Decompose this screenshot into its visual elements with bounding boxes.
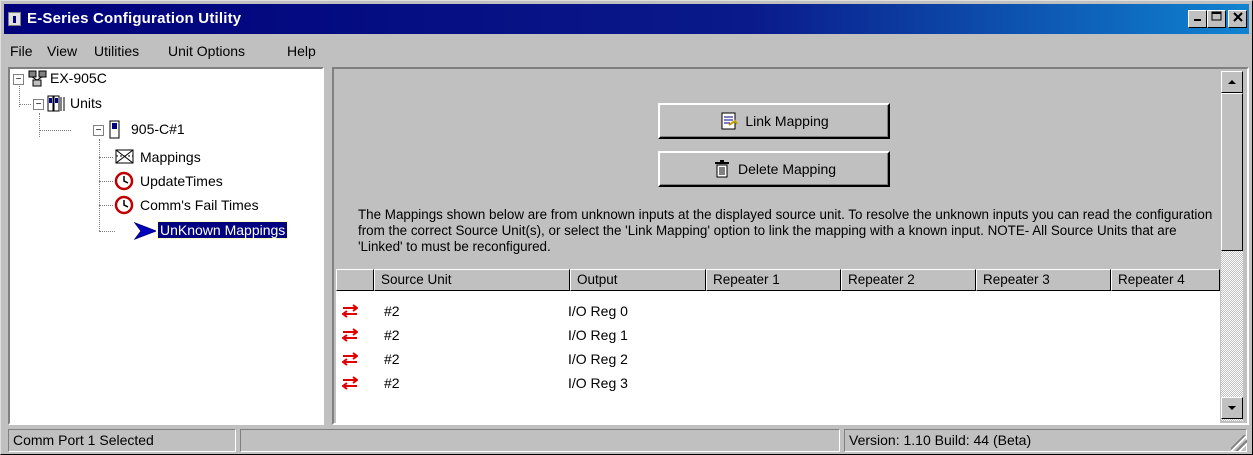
tree-connector [99, 231, 115, 232]
tree-node-unit[interactable]: 905-C#1 [131, 119, 185, 139]
tree-connector [19, 104, 31, 105]
delete-mapping-label: Delete Mapping [737, 161, 837, 177]
table-row[interactable]: #2 I/O Reg 2 [336, 347, 1220, 371]
tree-node-update-times[interactable]: UpdateTimes [140, 171, 223, 191]
units-icon [47, 95, 65, 112]
grid-header: Source Unit Output Repeater 1 Repeater 2… [336, 269, 1220, 291]
delete-mapping-button[interactable]: Delete Mapping [658, 151, 890, 187]
minimize-icon [1193, 19, 1201, 21]
device-icon [109, 120, 120, 139]
status-version: Version: 1.10 Build: 44 (Beta) [844, 429, 1247, 452]
app-window: E-Series Configuration Utility File View… [0, 0, 1253, 455]
tree-connector [99, 181, 113, 182]
app-icon[interactable] [8, 12, 21, 26]
arrow-right-icon [134, 222, 156, 240]
menu-help[interactable]: Help [287, 43, 316, 59]
status-bar: Comm Port 1 Selected Version: 1.10 Build… [4, 429, 1249, 453]
mappings-icon [115, 149, 134, 164]
tree-node-unknown-mappings-label: UnKnown Mappings [156, 221, 289, 239]
menu-bar: File View Utilities Unit Options Help [4, 39, 1249, 63]
scroll-thumb[interactable] [1221, 93, 1243, 251]
grid-header-corner [336, 269, 374, 291]
maximize-button[interactable] [1207, 10, 1226, 28]
window-title: E-Series Configuration Utility [27, 10, 242, 27]
arrow-down-icon [1228, 406, 1236, 410]
clock-icon [114, 195, 134, 215]
resize-grip-icon[interactable] [1231, 435, 1247, 451]
title-bar[interactable]: E-Series Configuration Utility [4, 4, 1249, 34]
table-row[interactable]: #2 I/O Reg 0 [336, 299, 1220, 323]
close-icon [1232, 12, 1243, 22]
table-row[interactable]: #2 I/O Reg 3 [336, 371, 1220, 395]
minimize-button[interactable] [1188, 10, 1207, 28]
cell-source-unit: #2 [384, 303, 400, 319]
cell-output: I/O Reg 1 [568, 327, 628, 343]
mappings-grid[interactable]: Source Unit Output Repeater 1 Repeater 2… [336, 269, 1220, 423]
arrow-up-icon [1228, 80, 1236, 84]
column-header-repeater-4[interactable]: Repeater 4 [1111, 269, 1220, 291]
cell-source-unit: #2 [384, 375, 400, 391]
cell-source-unit: #2 [384, 327, 400, 343]
menu-file[interactable]: File [10, 43, 33, 59]
tree-connector [99, 205, 113, 206]
scroll-down-button[interactable] [1221, 397, 1243, 419]
maximize-icon [1211, 11, 1222, 21]
column-header-output[interactable]: Output [570, 269, 706, 291]
menu-view[interactable]: View [47, 43, 77, 59]
menu-unit-options[interactable]: Unit Options [168, 43, 245, 59]
cell-source-unit: #2 [384, 351, 400, 367]
collapse-units-toggle[interactable]: − [33, 99, 44, 110]
vertical-scrollbar[interactable] [1221, 71, 1243, 421]
tree-view[interactable]: − EX-905C − Units − 905-C#1 Mappings Upd… [8, 67, 324, 425]
tree-node-comm-fail-times[interactable]: Comm's Fail Times [140, 195, 259, 215]
link-mapping-button[interactable]: Link Mapping [658, 103, 890, 139]
network-icon [28, 70, 47, 87]
column-header-source-unit[interactable]: Source Unit [374, 269, 570, 291]
table-row[interactable]: #2 I/O Reg 1 [336, 323, 1220, 347]
main-panel: Link Mapping Delete Mapping The Mappings… [332, 67, 1249, 425]
tree-connector [99, 157, 113, 158]
status-middle [240, 429, 840, 452]
close-button[interactable] [1228, 10, 1247, 28]
column-header-repeater-3[interactable]: Repeater 3 [976, 269, 1111, 291]
tree-connector [99, 139, 100, 231]
cell-output: I/O Reg 2 [568, 351, 628, 367]
tree-node-unknown-mappings[interactable]: UnKnown Mappings [156, 220, 289, 240]
swap-arrows-icon [342, 304, 358, 318]
link-mapping-icon [721, 112, 739, 130]
swap-arrows-icon [342, 352, 358, 366]
info-message: The Mappings shown below are from unknow… [358, 207, 1213, 254]
swap-arrows-icon [342, 328, 358, 342]
scroll-up-button[interactable] [1221, 71, 1243, 93]
column-header-repeater-1[interactable]: Repeater 1 [706, 269, 841, 291]
menu-utilities[interactable]: Utilities [94, 43, 139, 59]
collapse-unit-toggle[interactable]: − [93, 125, 104, 136]
clock-icon [114, 171, 134, 191]
tree-node-mappings[interactable]: Mappings [140, 147, 201, 167]
trash-icon [714, 160, 729, 178]
collapse-root-toggle[interactable]: − [13, 74, 24, 85]
link-mapping-label: Link Mapping [745, 113, 829, 129]
tree-connector [39, 130, 71, 131]
cell-output: I/O Reg 0 [568, 303, 628, 319]
status-comm-port: Comm Port 1 Selected [8, 429, 236, 452]
swap-arrows-icon [342, 376, 358, 390]
column-header-repeater-2[interactable]: Repeater 2 [841, 269, 976, 291]
tree-connector [39, 113, 40, 137]
tree-node-units[interactable]: Units [70, 93, 102, 113]
cell-output: I/O Reg 3 [568, 375, 628, 391]
tree-node-root[interactable]: EX-905C [50, 68, 107, 88]
